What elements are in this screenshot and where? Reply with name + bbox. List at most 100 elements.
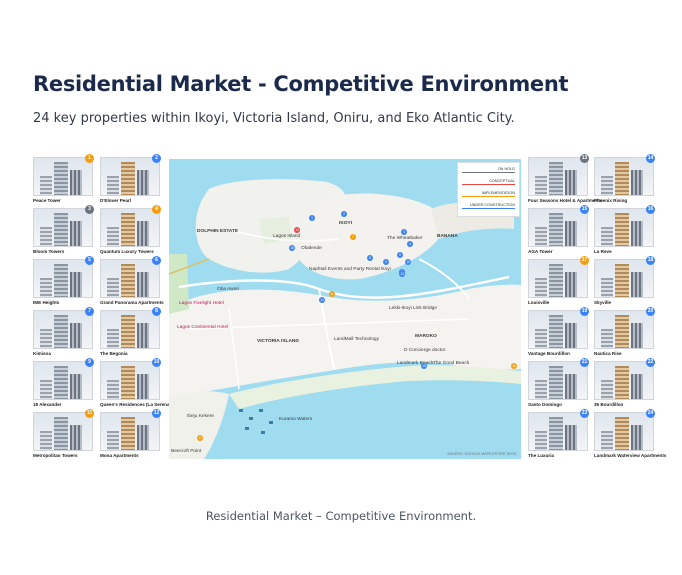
map-pin[interactable]: 18 bbox=[289, 245, 295, 251]
property-name: Queen's Residences (La Serena) bbox=[100, 402, 172, 407]
property-name: 18 Alexander bbox=[33, 402, 62, 407]
property-card[interactable]: 9 18 Alexander bbox=[33, 358, 94, 407]
property-photo bbox=[528, 310, 588, 349]
property-photo bbox=[100, 412, 160, 451]
map-label-wheatbaker: The Wheatbaker bbox=[387, 236, 423, 241]
map-label-ibeju: Ibeju Kekere bbox=[187, 414, 214, 419]
map-pin[interactable]: 16 bbox=[511, 363, 517, 369]
property-card[interactable]: 18 Skyville bbox=[594, 256, 655, 305]
property-photo bbox=[100, 208, 160, 247]
property-number-badge: 24 bbox=[646, 409, 655, 418]
property-card[interactable]: 21 Santo Domingo bbox=[528, 358, 589, 407]
property-card[interactable]: 1 Peace Tower bbox=[33, 154, 94, 203]
property-number-badge: 14 bbox=[646, 154, 655, 163]
property-name: 39 Bourdillon bbox=[594, 402, 624, 407]
property-number-badge: 23 bbox=[580, 409, 589, 418]
map-pin[interactable]: 15 bbox=[421, 363, 427, 369]
property-card[interactable]: 10 Queen's Residences (La Serena) bbox=[100, 358, 172, 407]
property-name: Vantage Bourdillon bbox=[528, 351, 570, 356]
map-label-kuramo: Kuramo Waters bbox=[279, 417, 313, 422]
map-pin[interactable]: 14 bbox=[294, 227, 300, 233]
property-number-badge: 20 bbox=[646, 307, 655, 316]
property-number-badge: 21 bbox=[580, 358, 589, 367]
property-number-badge: 15 bbox=[580, 205, 589, 214]
map-pin[interactable]: 1 bbox=[309, 215, 315, 221]
map-pin[interactable]: 7 bbox=[350, 234, 356, 240]
property-number-badge: 13 bbox=[580, 154, 589, 163]
map-pin[interactable]: 3 bbox=[401, 229, 407, 235]
area-map[interactable]: ON HOLD CONCEPTUAL IMPLEMENTATION UNDER … bbox=[169, 159, 521, 459]
legend-item-implementation: IMPLEMENTATION bbox=[462, 191, 515, 197]
page-subtitle: 24 key properties within Ikoyi, Victoria… bbox=[33, 111, 515, 126]
map-pin[interactable]: 9 bbox=[383, 259, 389, 265]
property-photo bbox=[100, 259, 160, 298]
property-photo bbox=[33, 208, 93, 247]
property-card[interactable]: 20 Nautica Rise bbox=[594, 307, 655, 356]
property-card[interactable]: 17 Louisville bbox=[528, 256, 589, 305]
property-photo bbox=[100, 361, 160, 400]
property-photo bbox=[528, 208, 588, 247]
property-card[interactable]: 14 Phoenix Rising bbox=[594, 154, 655, 203]
property-name: Quantum Luxury Towers bbox=[100, 249, 154, 254]
property-photo bbox=[528, 259, 588, 298]
property-card[interactable]: 5 IME Heights bbox=[33, 256, 94, 305]
property-photo bbox=[33, 361, 93, 400]
property-card[interactable]: 3 Bloom Towers bbox=[33, 205, 94, 254]
property-card[interactable]: 15 AGA Tower bbox=[528, 205, 589, 254]
property-number-badge: 5 bbox=[85, 256, 94, 265]
map-pin[interactable]: 17 bbox=[197, 435, 203, 441]
property-number-badge: 12 bbox=[152, 409, 161, 418]
map-label-naphtali: Naphtali Events and Party Rental Ikoyi bbox=[309, 267, 391, 272]
property-card[interactable]: 13 Four Seasons Hotel & Apartments bbox=[528, 154, 602, 203]
property-number-badge: 17 bbox=[580, 256, 589, 265]
property-card[interactable]: 8 The Begonia bbox=[100, 307, 161, 356]
property-number-badge: 11 bbox=[85, 409, 94, 418]
map-pin[interactable]: 10 bbox=[405, 259, 411, 265]
property-card[interactable]: 12 Mona Apartments bbox=[100, 409, 161, 458]
property-name: Grand Panorama Apartments bbox=[100, 300, 164, 305]
property-name: The Begonia bbox=[100, 351, 128, 356]
page-title: Residential Market - Competitive Environ… bbox=[33, 72, 569, 96]
map-label-landmark: Landmark Beach bbox=[397, 361, 434, 366]
map-label-lekki-bridge: Lekki-Ikoyi Link Bridge bbox=[389, 306, 437, 311]
map-pin[interactable]: 11 bbox=[329, 291, 335, 297]
property-photo bbox=[33, 259, 93, 298]
property-card[interactable]: 24 Landmark Waterview Apartments bbox=[594, 409, 666, 458]
property-name: Bloom Towers bbox=[33, 249, 65, 254]
map-label-oba-awori: Oba Awori bbox=[217, 287, 240, 292]
property-number-badge: 3 bbox=[85, 205, 94, 214]
property-number-badge: 6 bbox=[152, 256, 161, 265]
property-name: Louisville bbox=[528, 300, 550, 305]
property-card[interactable]: 6 Grand Panorama Apartments bbox=[100, 256, 164, 305]
map-pin[interactable]: 2 bbox=[341, 211, 347, 217]
property-card[interactable]: 2 D'Elover Pearl bbox=[100, 154, 161, 203]
figure-caption: Residential Market – Competitive Environ… bbox=[205, 509, 477, 523]
property-photo bbox=[33, 157, 93, 196]
map-source: SOURCE: GOOGLE MAPS ESTATE INTEL bbox=[447, 452, 517, 456]
property-number-badge: 7 bbox=[85, 307, 94, 316]
property-card[interactable]: 23 The Luxuria bbox=[528, 409, 589, 458]
property-photo bbox=[594, 259, 654, 298]
map-pin[interactable]: 13 bbox=[399, 271, 405, 277]
map-label-banana: BANANA bbox=[437, 234, 458, 239]
property-card[interactable]: 11 Metropolitan Towers bbox=[33, 409, 94, 458]
map-pin[interactable]: 4 bbox=[407, 241, 413, 247]
property-card[interactable]: 19 Vantage Bourdillon bbox=[528, 307, 589, 356]
map-pin[interactable]: 8 bbox=[367, 255, 373, 261]
property-photo bbox=[528, 412, 588, 451]
property-name: Skyville bbox=[594, 300, 612, 305]
map-label-maroko: MAROKO bbox=[415, 334, 437, 339]
property-card[interactable]: 7 Kimisoa bbox=[33, 307, 94, 356]
map-label-ikoyi: IKOYI bbox=[339, 221, 353, 226]
property-number-badge: 4 bbox=[152, 205, 161, 214]
map-label-dolphin-estate: DOLPHIN ESTATE bbox=[197, 229, 239, 234]
property-card[interactable]: 22 39 Bourdillon bbox=[594, 358, 655, 407]
property-card[interactable]: 16 La Reve bbox=[594, 205, 655, 254]
property-photo bbox=[528, 157, 588, 196]
map-label-fixelight: Lagos Fixelight Hotel bbox=[179, 301, 224, 306]
map-label-good-beach: The Good Beach bbox=[433, 361, 470, 366]
map-pin[interactable]: 5 bbox=[397, 252, 403, 258]
property-card[interactable]: 4 Quantum Luxury Towers bbox=[100, 205, 161, 254]
property-number-badge: 2 bbox=[152, 154, 161, 163]
map-pin[interactable]: 12 bbox=[319, 297, 325, 303]
